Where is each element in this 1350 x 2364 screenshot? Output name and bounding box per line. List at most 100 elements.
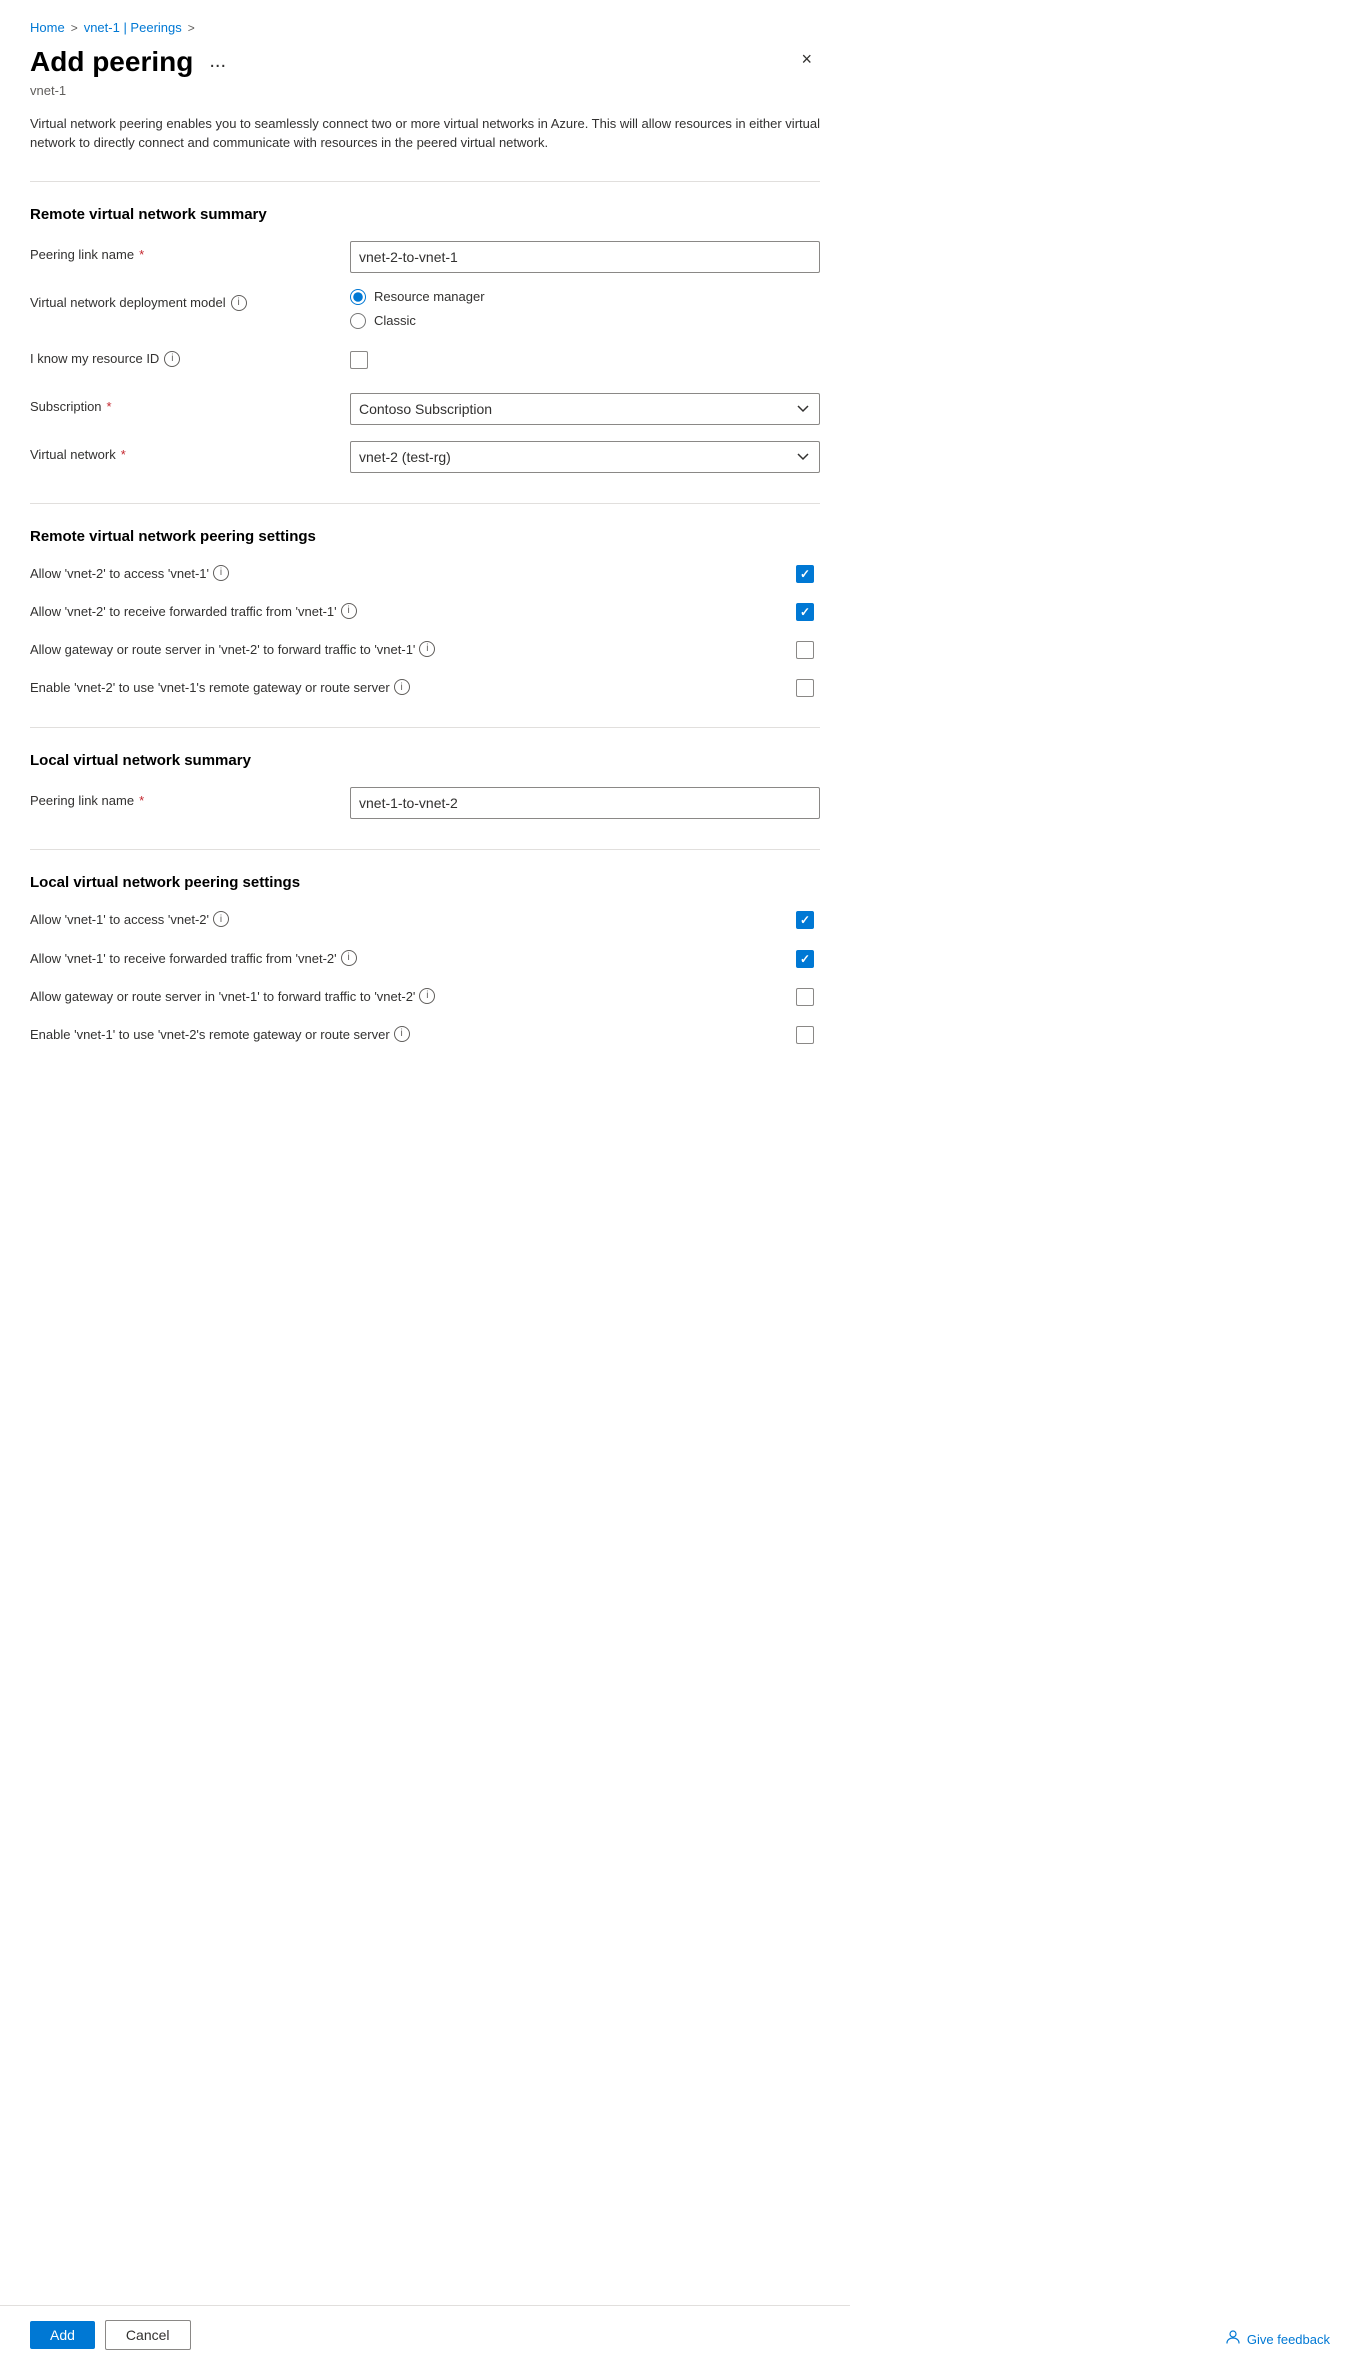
resource-id-checkbox[interactable] bbox=[350, 351, 368, 369]
divider-3 bbox=[30, 727, 820, 728]
remote-summary-section: Remote virtual network summary Peering l… bbox=[30, 206, 820, 473]
remote-setting-info-icon-3[interactable]: i bbox=[394, 679, 410, 695]
local-setting-checkbox-col-3 bbox=[796, 1024, 820, 1044]
remote-peering-link-row: Peering link name * bbox=[30, 241, 820, 273]
radio-classic-label: Classic bbox=[374, 313, 416, 328]
remote-setting-row-1: Allow 'vnet-2' to receive forwarded traf… bbox=[30, 601, 820, 621]
remote-setting-checkbox-col-1 bbox=[796, 601, 820, 621]
deployment-model-row: Virtual network deployment model i Resou… bbox=[30, 289, 820, 329]
remote-setting-checkbox-2[interactable] bbox=[796, 641, 814, 659]
remote-peering-settings-section: Remote virtual network peering settings … bbox=[30, 528, 820, 698]
remote-peering-settings-title: Remote virtual network peering settings bbox=[30, 528, 820, 545]
local-peering-settings-section: Local virtual network peering settings A… bbox=[30, 874, 820, 1044]
feedback-label: Give feedback bbox=[1247, 2332, 1330, 2347]
subscription-select[interactable]: Contoso Subscription bbox=[350, 393, 820, 425]
deployment-model-info-icon[interactable]: i bbox=[231, 295, 247, 311]
local-setting-info-icon-1[interactable]: i bbox=[341, 950, 357, 966]
breadcrumb-sep-1: > bbox=[71, 21, 78, 35]
radio-classic[interactable]: Classic bbox=[350, 313, 820, 329]
divider-4 bbox=[30, 849, 820, 850]
resource-id-control bbox=[350, 345, 820, 369]
subtitle: vnet-1 bbox=[30, 83, 820, 98]
local-setting-info-icon-2[interactable]: i bbox=[419, 988, 435, 1004]
remote-summary-title: Remote virtual network summary bbox=[30, 206, 820, 223]
feedback-area[interactable]: Give feedback bbox=[1225, 2329, 1330, 2350]
local-setting-info-icon-3[interactable]: i bbox=[394, 1026, 410, 1042]
local-summary-section: Local virtual network summary Peering li… bbox=[30, 752, 820, 819]
remote-setting-label-2: Allow gateway or route server in 'vnet-2… bbox=[30, 639, 780, 659]
divider-1 bbox=[30, 181, 820, 182]
virtual-network-row: Virtual network * vnet-2 (test-rg) bbox=[30, 441, 820, 473]
local-peering-settings-title: Local virtual network peering settings bbox=[30, 874, 820, 891]
remote-setting-checkbox-col-2 bbox=[796, 639, 820, 659]
feedback-icon bbox=[1225, 2329, 1241, 2350]
radio-classic-input[interactable] bbox=[350, 313, 366, 329]
local-setting-label-2: Allow gateway or route server in 'vnet-1… bbox=[30, 986, 780, 1006]
subscription-control: Contoso Subscription bbox=[350, 393, 820, 425]
remote-peering-link-input[interactable] bbox=[350, 241, 820, 273]
title-area: Add peering ... bbox=[30, 45, 232, 79]
required-star-4: * bbox=[139, 793, 144, 808]
remote-setting-checkbox-0[interactable] bbox=[796, 565, 814, 583]
local-peering-link-label: Peering link name * bbox=[30, 787, 350, 808]
cancel-button[interactable]: Cancel bbox=[105, 2320, 191, 2350]
breadcrumb-home[interactable]: Home bbox=[30, 20, 65, 35]
local-setting-label-3: Enable 'vnet-1' to use 'vnet-2's remote … bbox=[30, 1024, 780, 1044]
remote-setting-row-0: Allow 'vnet-2' to access 'vnet-1' i bbox=[30, 563, 820, 583]
remote-setting-info-icon-0[interactable]: i bbox=[213, 565, 229, 581]
remote-setting-info-icon-2[interactable]: i bbox=[419, 641, 435, 657]
remote-setting-checkbox-col-3 bbox=[796, 677, 820, 697]
subscription-label: Subscription * bbox=[30, 393, 350, 414]
header-row: Add peering ... × bbox=[30, 45, 820, 79]
deployment-model-control: Resource manager Classic bbox=[350, 289, 820, 329]
remote-setting-row-3: Enable 'vnet-2' to use 'vnet-1's remote … bbox=[30, 677, 820, 697]
radio-resource-manager-input[interactable] bbox=[350, 289, 366, 305]
virtual-network-select[interactable]: vnet-2 (test-rg) bbox=[350, 441, 820, 473]
local-summary-title: Local virtual network summary bbox=[30, 752, 820, 769]
close-button[interactable]: × bbox=[793, 45, 820, 74]
add-button[interactable]: Add bbox=[30, 2321, 95, 2349]
local-setting-label-1: Allow 'vnet-1' to receive forwarded traf… bbox=[30, 948, 780, 968]
breadcrumb-peerings[interactable]: vnet-1 | Peerings bbox=[84, 20, 182, 35]
local-setting-label-0: Allow 'vnet-1' to access 'vnet-2' i bbox=[30, 909, 780, 929]
local-setting-row-2: Allow gateway or route server in 'vnet-1… bbox=[30, 986, 820, 1006]
description-text: Virtual network peering enables you to s… bbox=[30, 114, 820, 153]
remote-setting-checkbox-3[interactable] bbox=[796, 679, 814, 697]
required-star-2: * bbox=[107, 399, 112, 414]
deployment-model-radio-group: Resource manager Classic bbox=[350, 289, 820, 329]
breadcrumb: Home > vnet-1 | Peerings > bbox=[30, 20, 820, 35]
remote-setting-info-icon-1[interactable]: i bbox=[341, 603, 357, 619]
subscription-row: Subscription * Contoso Subscription bbox=[30, 393, 820, 425]
local-setting-checkbox-3[interactable] bbox=[796, 1026, 814, 1044]
local-setting-checkbox-2[interactable] bbox=[796, 988, 814, 1006]
resource-id-label: I know my resource ID i bbox=[30, 345, 350, 367]
resource-id-info-icon[interactable]: i bbox=[164, 351, 180, 367]
remote-setting-label-0: Allow 'vnet-2' to access 'vnet-1' i bbox=[30, 563, 780, 583]
remote-setting-checkbox-col-0 bbox=[796, 563, 820, 583]
virtual-network-label: Virtual network * bbox=[30, 441, 350, 462]
local-setting-row-1: Allow 'vnet-1' to receive forwarded traf… bbox=[30, 948, 820, 968]
resource-id-row: I know my resource ID i bbox=[30, 345, 820, 377]
remote-setting-label-3: Enable 'vnet-2' to use 'vnet-1's remote … bbox=[30, 677, 780, 697]
remote-setting-label-1: Allow 'vnet-2' to receive forwarded traf… bbox=[30, 601, 780, 621]
remote-peering-link-control bbox=[350, 241, 820, 273]
local-setting-checkbox-col-1 bbox=[796, 948, 820, 968]
radio-resource-manager[interactable]: Resource manager bbox=[350, 289, 820, 305]
local-setting-checkbox-col-2 bbox=[796, 986, 820, 1006]
remote-setting-checkbox-1[interactable] bbox=[796, 603, 814, 621]
more-options-button[interactable]: ... bbox=[203, 48, 232, 75]
local-setting-checkbox-0[interactable] bbox=[796, 911, 814, 929]
local-setting-row-0: Allow 'vnet-1' to access 'vnet-2' i bbox=[30, 909, 820, 929]
footer: Add Cancel bbox=[0, 2305, 850, 2364]
remote-setting-row-2: Allow gateway or route server in 'vnet-2… bbox=[30, 639, 820, 659]
page-title: Add peering bbox=[30, 45, 193, 79]
local-setting-checkbox-col-0 bbox=[796, 909, 820, 929]
local-peering-link-input[interactable] bbox=[350, 787, 820, 819]
local-setting-info-icon-0[interactable]: i bbox=[213, 911, 229, 927]
remote-peering-link-label: Peering link name * bbox=[30, 241, 350, 262]
local-peering-link-row: Peering link name * bbox=[30, 787, 820, 819]
local-setting-checkbox-1[interactable] bbox=[796, 950, 814, 968]
divider-2 bbox=[30, 503, 820, 504]
required-star-1: * bbox=[139, 247, 144, 262]
local-setting-row-3: Enable 'vnet-1' to use 'vnet-2's remote … bbox=[30, 1024, 820, 1044]
